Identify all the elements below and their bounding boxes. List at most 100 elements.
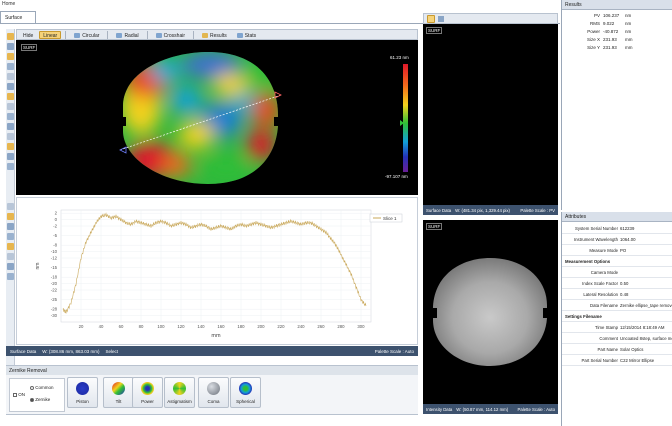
surface-map-view[interactable] xyxy=(16,40,418,195)
tab-surface[interactable]: Surface xyxy=(0,11,36,23)
x-tick-label: 220 xyxy=(277,324,285,329)
legend-tool-icon[interactable] xyxy=(7,233,14,240)
result-label: Size X xyxy=(586,37,600,42)
linear-button[interactable]: Linear xyxy=(39,30,62,39)
x-tick-label: 40 xyxy=(99,324,104,329)
piston-button[interactable]: Piston xyxy=(67,377,98,408)
attribute-row[interactable]: Settings Filename xyxy=(562,311,672,322)
radio-zernike[interactable]: Zernike xyxy=(30,397,50,402)
mask-tool-icon[interactable] xyxy=(7,103,14,110)
surface-thumbnail-view[interactable]: SURF xyxy=(423,24,558,205)
fit-tool-icon[interactable] xyxy=(7,123,14,130)
zernike-removal-header[interactable]: Zernike Removal xyxy=(6,365,418,375)
attribute-row[interactable]: Measure Mode PO xyxy=(562,245,672,256)
main-status-bar: Surface Data W: (308.86 mm, 863.03 mm) S… xyxy=(6,346,418,356)
x-tick-label: 60 xyxy=(119,324,124,329)
attribute-row[interactable]: Camera Mode xyxy=(562,267,672,278)
attribute-value: Uncoated 8step, surface model xyxy=(620,336,672,341)
select-tool-icon[interactable] xyxy=(7,33,14,40)
attribute-row[interactable]: System Serial Number 612239 xyxy=(562,223,672,234)
small-select-icon[interactable] xyxy=(427,15,435,23)
x-tick-label: 160 xyxy=(217,324,225,329)
intensity-view-label: SURF xyxy=(426,223,443,230)
attribute-row[interactable]: Part Name Solar Optics xyxy=(562,344,672,355)
radio-common-label: Common xyxy=(35,385,54,390)
result-value: 231.93 xyxy=(603,37,617,42)
attribute-row[interactable]: Measurement Options xyxy=(562,256,672,267)
attribute-key: Instrument Wavelength xyxy=(573,237,618,242)
app-home-label[interactable]: Home xyxy=(2,1,15,7)
zoom-tool-icon[interactable] xyxy=(7,53,14,60)
print-tool-icon[interactable] xyxy=(7,153,14,160)
color-scale-bar xyxy=(403,64,408,172)
attribute-row[interactable]: Instrument Wavelength 1064.00 xyxy=(562,234,672,245)
layer-tool-icon[interactable] xyxy=(7,83,14,90)
profile-chart: 20 -2 -5 -8-10 -12 -15 -18-20 -22 -25 -28-30 20 40… xyxy=(35,209,403,339)
hide-button[interactable]: Hide xyxy=(19,31,37,39)
attribute-row[interactable]: CommentUncoated 8step, surface model xyxy=(562,333,672,344)
scale-max-value: 61.23 nm xyxy=(390,55,409,60)
coma-icon xyxy=(207,382,220,395)
circular-icon xyxy=(74,32,81,38)
intensity-view[interactable]: SURF xyxy=(423,220,558,404)
results-title[interactable]: Results xyxy=(562,0,672,10)
palette-tool-icon[interactable] xyxy=(7,93,14,100)
toolbar-separator xyxy=(107,30,109,39)
spherical-button[interactable]: Spherical xyxy=(230,377,261,408)
reset-tool-icon[interactable] xyxy=(7,273,14,280)
x-axis-label: mm xyxy=(211,333,221,339)
power-button[interactable]: Power xyxy=(132,377,163,408)
axis-tool-icon[interactable] xyxy=(7,223,14,230)
status-palette-scale: Palette Scale : Auto xyxy=(374,348,414,354)
pan-tool-icon[interactable] xyxy=(7,43,14,50)
attribute-row[interactable]: Data FilenameZernike ellipse_tape remove… xyxy=(562,300,672,311)
crosshair-button[interactable]: Crosshair xyxy=(152,31,189,39)
results-panel: Results PV 106.237 nm RMS 9.022 nm Power -40.87… xyxy=(561,0,672,210)
astigmatism-label: Astigmatism xyxy=(167,399,192,404)
attribute-row[interactable]: Lateral Resolution 0.48 xyxy=(562,289,672,300)
settings-tool-icon[interactable] xyxy=(7,163,14,170)
results-button[interactable]: Results xyxy=(198,31,231,39)
slice-tool-icon[interactable] xyxy=(7,213,14,220)
attribute-row[interactable]: Part Serial Number C22 Mirror Ellipse xyxy=(562,355,672,366)
coma-button[interactable]: Coma xyxy=(198,377,229,408)
profile-tool-icon[interactable] xyxy=(7,203,14,210)
attribute-value: 0.50 xyxy=(620,281,629,286)
attribute-value: Solar Optics xyxy=(620,347,644,352)
rotate-tool-icon[interactable] xyxy=(7,63,14,70)
x-tick-label: 80 xyxy=(139,324,144,329)
circular-button[interactable]: Circular xyxy=(70,31,103,39)
y-tick-label: -10 xyxy=(51,249,58,254)
radio-icon xyxy=(30,385,34,390)
radio-common[interactable]: Common xyxy=(30,385,54,390)
y-tick-label: -18 xyxy=(51,275,58,280)
attribute-row[interactable]: Index Scale Factor 0.50 xyxy=(562,278,672,289)
attribute-value: 0.48 xyxy=(620,292,629,297)
x-tick-label: 180 xyxy=(237,324,245,329)
stats-button[interactable]: Stats xyxy=(233,31,260,39)
zernike-on-toggle[interactable]: ON xyxy=(13,392,25,397)
copy-tool-icon[interactable] xyxy=(7,243,14,250)
result-row: Size X 231.93 mm xyxy=(562,37,672,45)
chart-tool-icon[interactable] xyxy=(7,263,14,270)
surface-map-svg xyxy=(119,52,404,184)
data-tool-icon[interactable] xyxy=(7,253,14,260)
grid-tool-icon[interactable] xyxy=(7,73,14,80)
tilt-button[interactable]: Tilt xyxy=(103,377,134,408)
y-tick-label: -2 xyxy=(53,224,57,229)
y-tick-label: -30 xyxy=(51,313,58,318)
export-tool-icon[interactable] xyxy=(7,143,14,150)
y-tick-label: 0 xyxy=(55,217,58,222)
small-view-menu-icon[interactable] xyxy=(438,16,444,22)
measure-tool-icon[interactable] xyxy=(7,133,14,140)
profile-chart-panel[interactable]: 2 0 -2 -5 -8 -10 -12 -15 -18 -20 -22 -25 -28 -30 20 40… xyxy=(16,197,418,345)
crop-tool-icon[interactable] xyxy=(7,113,14,120)
astigmatism-button[interactable]: Astigmatism xyxy=(164,377,195,408)
attribute-row[interactable]: Time Stamp 12/15/2014 8:18:49 AM xyxy=(562,322,672,333)
piston-icon xyxy=(76,382,89,395)
x-tick-label: 240 xyxy=(297,324,305,329)
radial-button[interactable]: Radial xyxy=(112,31,142,39)
attributes-title[interactable]: Attributes xyxy=(562,212,672,222)
attribute-key: Time Stamp xyxy=(594,325,618,330)
power-icon xyxy=(141,382,154,395)
